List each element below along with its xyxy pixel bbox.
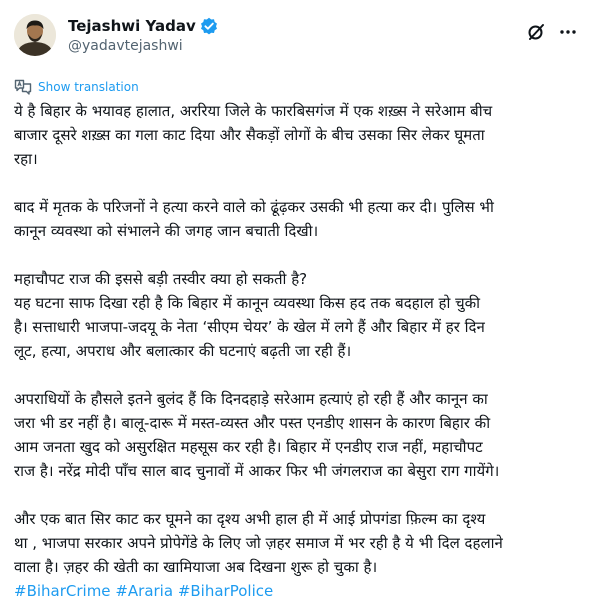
tweet-body: ये है बिहार के भयावह हालात, अररिया जिले … — [14, 99, 586, 603]
show-translation-label: Show translation — [38, 80, 139, 94]
tweet-line: है। सत्ताधारी भाजपा-जदयू के नेता ‘सीएम च… — [14, 318, 485, 336]
more-options-icon[interactable] — [558, 22, 578, 42]
hashtag-link[interactable]: #BiharPolice — [178, 582, 273, 600]
tweet-line: बाद में मृतक के परिजनों ने हत्या करने वा… — [14, 198, 494, 216]
grok-icon[interactable] — [526, 22, 546, 42]
hashtag-link[interactable]: #BiharCrime — [14, 582, 111, 600]
tweet-line: लूट, हत्या, अपराध और बलात्कार की घटनाएं … — [14, 342, 352, 360]
tweet-paragraph-5: और एक बात सिर काट कर घूमने का दृश्य अभी … — [14, 507, 586, 603]
tweet-header: Tejashwi Yadav @yadavtejashwi — [14, 14, 584, 64]
tweet-paragraph-2: बाद में मृतक के परिजनों ने हत्या करने वा… — [14, 195, 586, 243]
tweet-line: अपराधियों के हौसले इतने बुलंद हैं कि दिन… — [14, 390, 488, 408]
tweet-line: कानून व्यवस्था को संभालने की जगह जान बचा… — [14, 222, 319, 240]
tweet-line: यह घटना साफ दिखा रही है कि बिहार में कान… — [14, 294, 481, 312]
tweet-line: आम जनता खुद को असुरक्षित महसूस कर रही है… — [14, 438, 483, 456]
author-name-row: Tejashwi Yadav — [68, 17, 218, 35]
show-translation-link[interactable]: Show translation — [14, 79, 139, 95]
hashtag-link[interactable]: #Araria — [115, 582, 173, 600]
tweet-paragraph-3: महाचौपट राज की इससे बड़ी तस्वीर क्या हो … — [14, 267, 586, 363]
tweet-line: महाचौपट राज की इससे बड़ी तस्वीर क्या हो … — [14, 270, 308, 288]
tweet-paragraph-4: अपराधियों के हौसले इतने बुलंद हैं कि दिन… — [14, 387, 586, 483]
hashtag-row: #BiharCrime #Araria #BiharPolice — [14, 579, 586, 603]
verified-badge-icon — [200, 17, 218, 35]
tweet-line: वाला है। ज़हर की खेती का खामियाजा अब दिख… — [14, 558, 378, 576]
author-display-name[interactable]: Tejashwi Yadav — [68, 17, 196, 35]
tweet-line: और एक बात सिर काट कर घूमने का दृश्य अभी … — [14, 510, 486, 528]
tweet-line: रहा। — [14, 150, 38, 168]
tweet-line: ये है बिहार के भयावह हालात, अररिया जिले … — [14, 102, 493, 120]
tweet-line: था , भाजपा सरकार अपने प्रोपेगेंडे के लिए… — [14, 534, 503, 552]
tweet-line: राज है। नरेंद्र मोदी पाँच साल बाद चुनावो… — [14, 462, 500, 480]
tweet-paragraph-1: ये है बिहार के भयावह हालात, अररिया जिले … — [14, 99, 586, 171]
tweet-line: जरा भी डर नहीं है। बालू-दारू में मस्त-व्… — [14, 414, 491, 432]
tweet-line: बाजार दूसरे शख़्स का गला काट दिया और सैक… — [14, 126, 485, 144]
author-handle[interactable]: @yadavtejashwi — [68, 38, 183, 54]
translate-icon — [14, 79, 32, 95]
avatar[interactable] — [14, 14, 56, 56]
